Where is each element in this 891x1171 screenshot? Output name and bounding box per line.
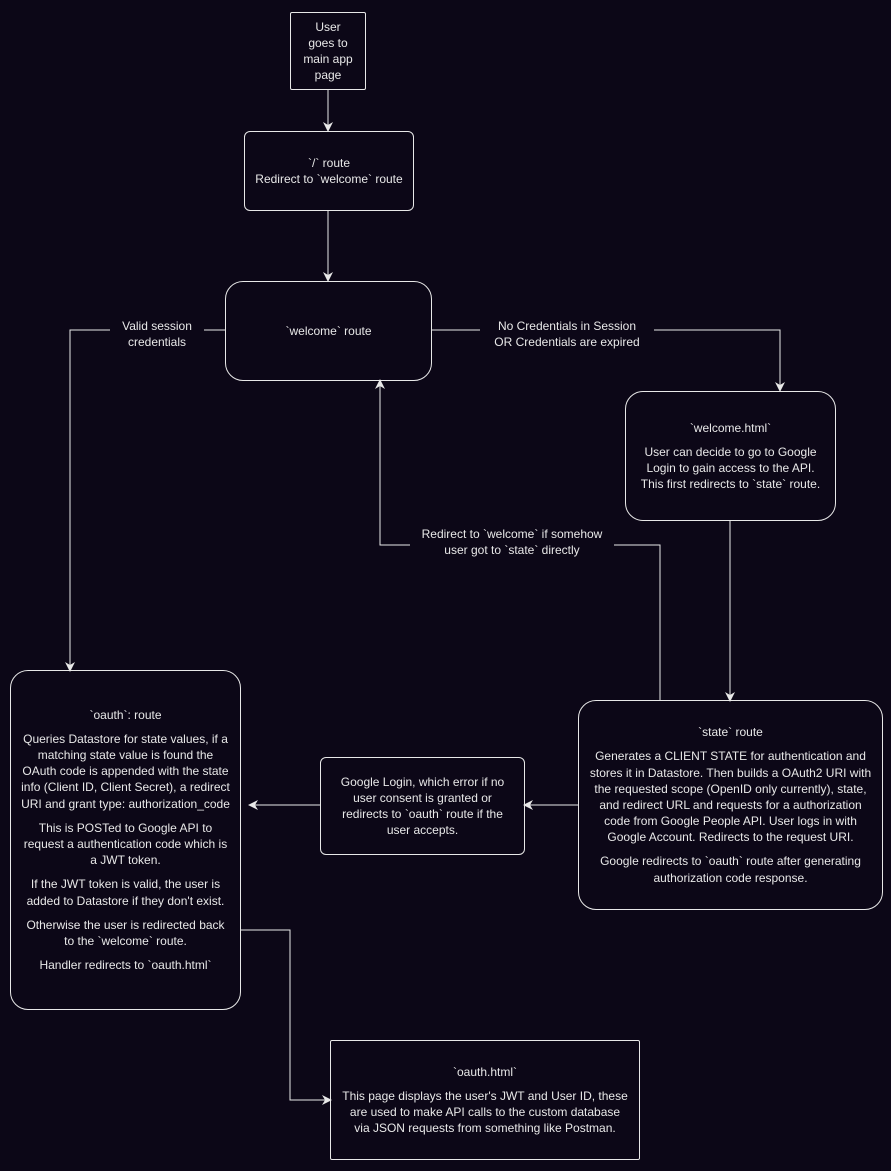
node-welcome-html: `welcome.html` User can decide to go to … [625,391,836,521]
node-root-route: `/` route Redirect to `welcome` route [244,131,414,211]
node-start: User goes to main app page [290,12,366,90]
flowchart-canvas: User goes to main app page `/` route Red… [0,0,891,1171]
node-welcome-route-label: `welcome` route [285,323,371,339]
node-oauth-route: `oauth`: route Queries Datastore for sta… [10,670,241,1010]
edge-label-no-credentials-l2: OR Credentials are expired [482,334,652,350]
node-start-line3: page [315,67,342,83]
edge-label-valid-session: Valid session credentials [110,318,204,350]
node-oauth-html-body: This page displays the user's JWT and Us… [341,1088,629,1137]
edge-label-redirect-back: Redirect to `welcome` if somehow user go… [410,526,614,558]
node-state-route-title: `state` route [698,724,763,740]
node-state-route-p1: Generates a CLIENT STATE for authenticat… [589,748,872,845]
node-oauth-html: `oauth.html` This page displays the user… [330,1040,640,1160]
node-root-route-line1: `/` route [308,155,350,171]
node-welcome-route: `welcome` route [225,281,432,381]
node-oauth-route-title: `oauth`: route [89,707,161,723]
edge-label-redirect-back-l1: Redirect to `welcome` if somehow [412,526,612,542]
node-oauth-route-p5: Handler redirects to `oauth.html` [39,957,211,973]
node-google-login-body: Google Login, which error if no user con… [331,774,514,839]
edge-label-valid-session-l1: Valid session [112,318,202,334]
node-state-route: `state` route Generates a CLIENT STATE f… [578,700,883,910]
node-root-route-line2: Redirect to `welcome` route [255,171,402,187]
node-welcome-html-body: User can decide to go to Google Login to… [636,444,825,493]
node-oauth-route-p1: Queries Datastore for state values, if a… [21,731,230,812]
edge-label-valid-session-l2: credentials [112,334,202,350]
edge-label-no-credentials: No Credentials in Session OR Credentials… [480,318,654,350]
node-welcome-html-title: `welcome.html` [690,420,771,436]
node-state-route-p2: Google redirects to `oauth` route after … [589,853,872,885]
edge-label-redirect-back-l2: user got to `state` directly [412,542,612,558]
node-start-line1: User goes to [301,19,355,51]
node-google-login: Google Login, which error if no user con… [320,757,525,855]
edge-label-no-credentials-l1: No Credentials in Session [482,318,652,334]
node-oauth-route-p2: This is POSTed to Google API to request … [21,820,230,869]
node-oauth-route-p4: Otherwise the user is redirected back to… [21,917,230,949]
node-oauth-route-p3: If the JWT token is valid, the user is a… [21,876,230,908]
node-start-line2: main app [303,51,352,67]
node-oauth-html-title: `oauth.html` [453,1064,517,1080]
